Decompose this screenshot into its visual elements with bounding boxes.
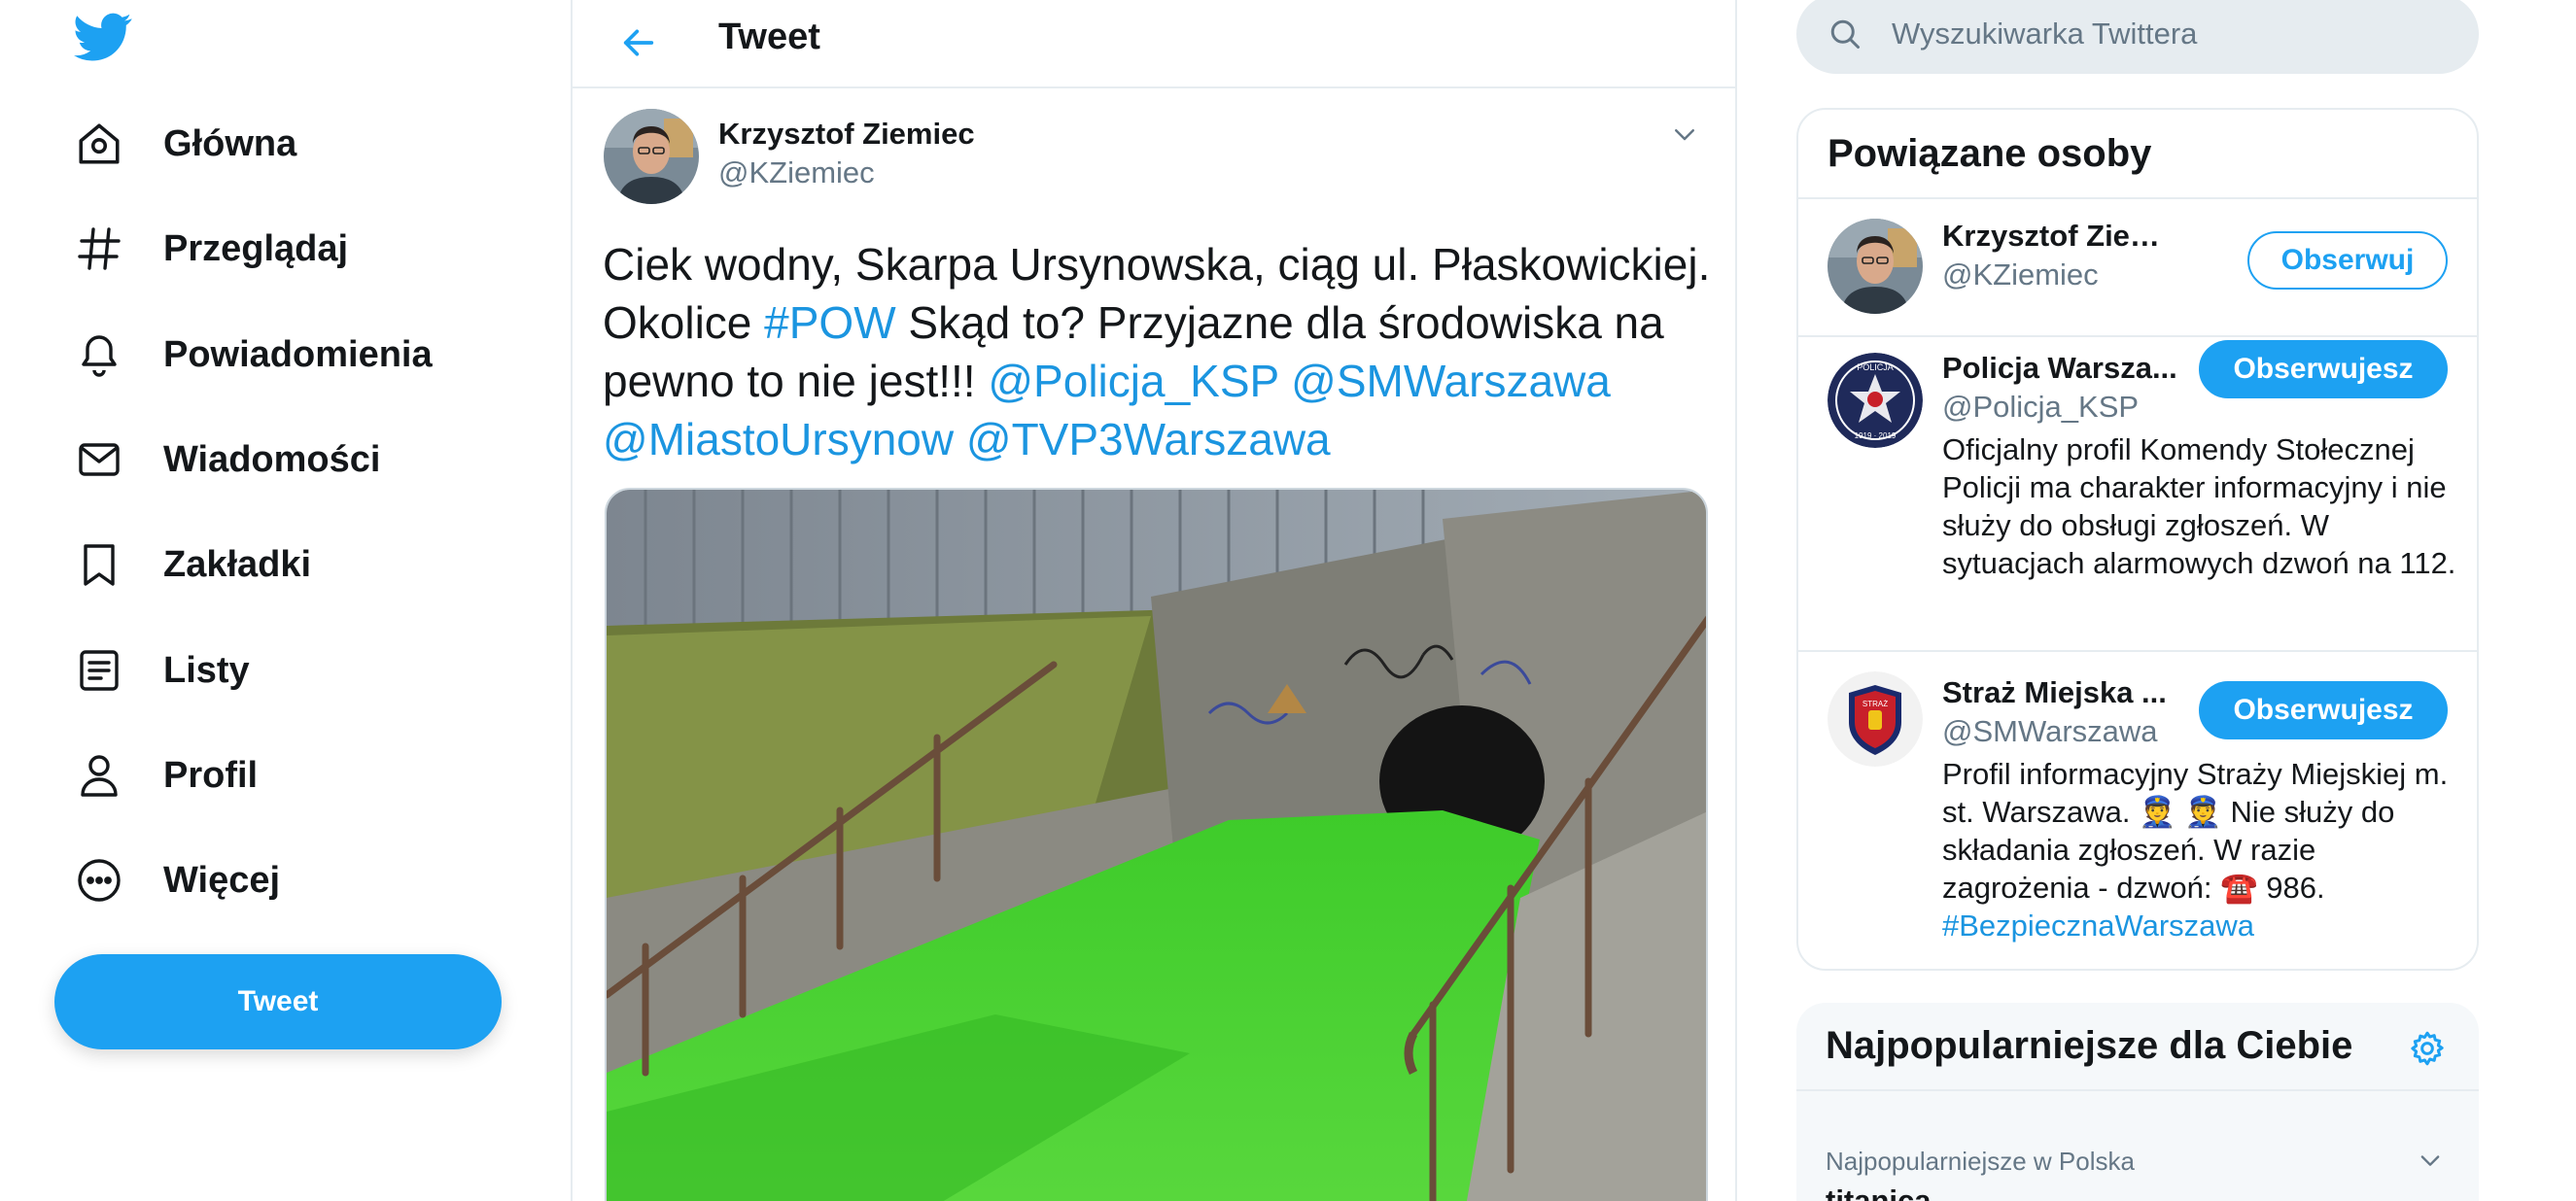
nav-label: Listy (163, 649, 250, 691)
person-name[interactable]: Policja Warsza... (1942, 351, 2177, 386)
twitter-bird-icon[interactable] (74, 8, 132, 66)
related-people-panel: Powiązane osoby Krzysztof Ziemiec @KZiem… (1796, 108, 2479, 971)
trend-name[interactable]: titanica (1826, 1184, 1932, 1201)
nav-explore[interactable]: Przeglądaj (74, 210, 348, 288)
nav-label: Przeglądaj (163, 227, 349, 269)
search-icon (1826, 15, 1864, 53)
search-input[interactable] (1892, 17, 2436, 51)
right-column: Powiązane osoby Krzysztof Ziemiec @KZiem… (1796, 0, 2479, 1201)
list-icon (74, 645, 124, 696)
divider (1798, 650, 2477, 652)
text-link[interactable]: @TVP3Warszawa (966, 414, 1331, 464)
svg-text:POLICJA: POLICJA (1857, 362, 1894, 372)
chevron-down-icon[interactable] (2413, 1143, 2448, 1178)
nav-label: Więcej (163, 859, 281, 901)
person-handle[interactable]: @KZiemiec (1942, 257, 2099, 292)
svg-text:STRAŻ: STRAŻ (1862, 700, 1888, 708)
author-name[interactable]: Krzysztof Ziemiec (718, 117, 975, 152)
nav-label: Powiadomienia (163, 333, 433, 375)
left-sidebar: Główna Przeglądaj Powiadomienia Wiadomoś… (0, 0, 572, 1201)
search-bar[interactable] (1796, 0, 2479, 74)
avatar[interactable]: POLICJA 1919 · 2019 (1828, 353, 1923, 448)
trends-panel: Najpopularniejsze dla Ciebie Najpopularn… (1796, 1003, 2479, 1201)
text-link[interactable]: #BezpiecznaWarszawa (1942, 909, 2254, 943)
divider (1798, 197, 2477, 199)
panel-title: Powiązane osoby (1828, 132, 2152, 175)
text-segment (954, 414, 966, 464)
page-title: Tweet (718, 17, 820, 57)
nav-label: Profil (163, 754, 259, 796)
tweet-text: Ciek wodny, Skarpa Ursynowska, ciąg ul. … (603, 235, 1711, 468)
divider (1796, 1089, 2479, 1091)
nav-label: Wiadomości (163, 438, 381, 480)
trend-context: Najpopularniejsze w Polska (1826, 1147, 2135, 1176)
text-segment (1278, 356, 1291, 406)
avatar[interactable]: STRAŻ (1828, 671, 1923, 767)
nav-home[interactable]: Główna (74, 105, 296, 183)
person-name[interactable]: Straż Miejska ... (1942, 675, 2167, 710)
person-handle[interactable]: @Policja_KSP (1942, 390, 2139, 425)
text-link[interactable]: @MiastoUrsynow (603, 414, 954, 464)
person-icon (74, 750, 124, 801)
following-button[interactable]: Obserwujesz (2199, 681, 2448, 739)
avatar[interactable] (1828, 219, 1923, 314)
bookmark-icon (74, 539, 124, 590)
text-link[interactable]: @Policja_KSP (988, 356, 1278, 406)
follow-button[interactable]: Obserwuj (2247, 231, 2448, 290)
divider (1798, 335, 2477, 337)
nav-bookmarks[interactable]: Zakładki (74, 526, 311, 603)
nav-label: Główna (163, 122, 297, 164)
nav-lists[interactable]: Listy (74, 632, 250, 709)
gear-icon[interactable] (2405, 1026, 2450, 1071)
more-circle-icon (74, 855, 124, 906)
main-header: Tweet (573, 0, 1735, 88)
text-segment: Profil informacyjny Straży Miejskiej m. … (1942, 757, 2449, 905)
person-name[interactable]: Krzysztof Ziemiec (1942, 219, 2183, 254)
text-link[interactable]: #POW (764, 297, 895, 348)
bell-icon (74, 329, 124, 380)
tweet-button[interactable]: Tweet (54, 954, 502, 1049)
tweet-photo[interactable] (605, 488, 1708, 1201)
author-avatar[interactable] (604, 109, 699, 204)
panel-title: Najpopularniejsze dla Ciebie (1826, 1024, 2353, 1067)
person-handle[interactable]: @SMWarszawa (1942, 714, 2158, 749)
nav-profile[interactable]: Profil (74, 737, 258, 814)
main-column: Tweet Krzysztof Ziemiec @KZiemiec Ciek w… (571, 0, 1737, 1201)
following-button[interactable]: Obserwujesz (2199, 340, 2448, 398)
chevron-down-icon[interactable] (1665, 115, 1704, 154)
svg-text:1919 · 2019: 1919 · 2019 (1855, 431, 1897, 440)
person-bio: Oficjalny profil Komendy Stołecznej Poli… (1942, 432, 2456, 580)
person-bio: Profil informacyjny Straży Miejskiej m. … (1942, 755, 2457, 944)
home-icon (74, 119, 124, 169)
nav-label: Zakładki (163, 543, 312, 585)
hashtag-icon (74, 223, 124, 274)
nav-notifications[interactable]: Powiadomienia (74, 316, 433, 394)
nav-more[interactable]: Więcej (74, 841, 280, 919)
nav-messages[interactable]: Wiadomości (74, 421, 380, 498)
text-link[interactable]: @SMWarszawa (1291, 356, 1611, 406)
back-arrow-icon[interactable] (609, 14, 668, 72)
author-handle[interactable]: @KZiemiec (718, 155, 875, 190)
envelope-icon (74, 434, 124, 485)
